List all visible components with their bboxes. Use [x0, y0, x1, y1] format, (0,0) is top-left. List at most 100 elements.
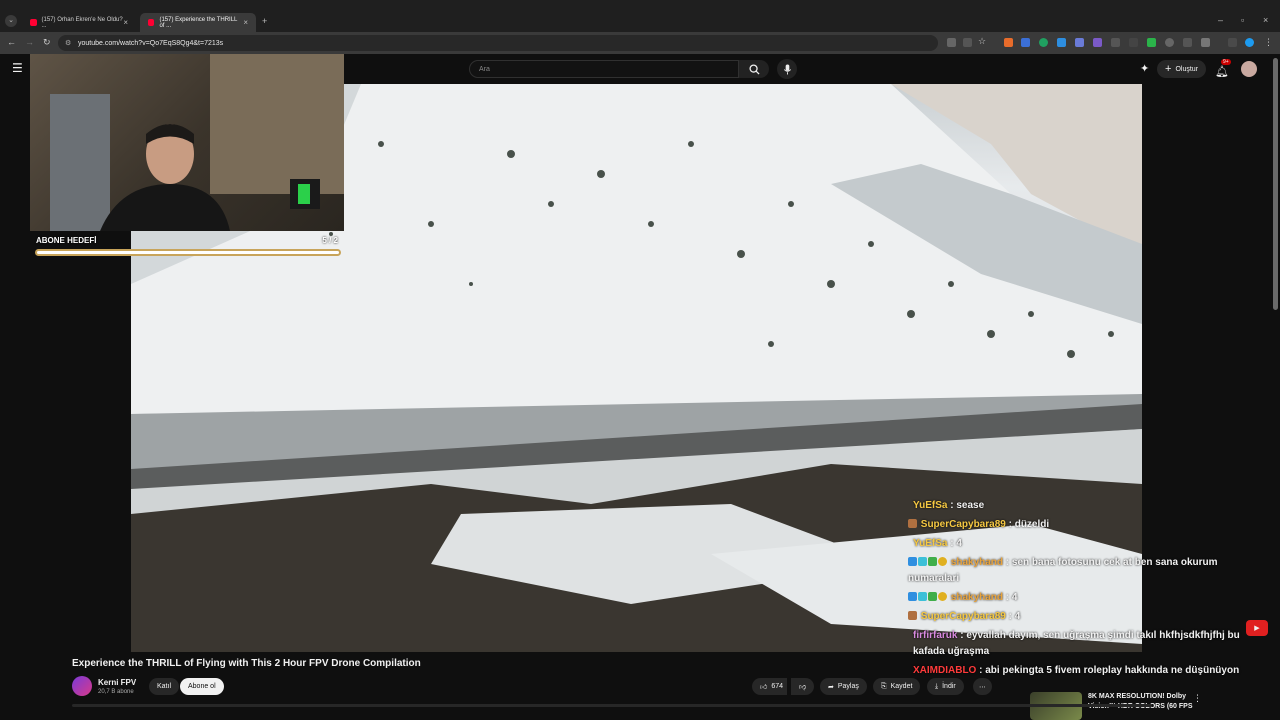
badge-icon: [908, 611, 917, 620]
streamer-webcam-image: [50, 54, 344, 231]
thumbs-up-icon: 👍︎: [760, 684, 768, 691]
goal-value: 5 / 2: [322, 236, 338, 245]
save-button[interactable]: ⎘ Kaydet: [873, 678, 921, 695]
chat-username: SuperCapybara89: [920, 519, 1006, 530]
chat-message: firfirfaruk : eyvallah dayım, sen uğraşm…: [913, 630, 1240, 657]
goal-label: ABONE HEDEFİ: [36, 236, 97, 245]
share-label: Paylaş: [837, 683, 859, 690]
page-scrollbar[interactable]: [1273, 58, 1278, 310]
subscriber-count: 20,7 B abone: [98, 689, 134, 695]
like-button[interactable]: 👍︎ 674: [752, 678, 788, 695]
badge-icon: [908, 557, 917, 566]
youtube-play-icon[interactable]: ▶: [1246, 620, 1268, 636]
recommended-more-icon[interactable]: ⋮: [1193, 693, 1202, 704]
chat-overlay: YuEfSa : sease SuperCapybara89 : düzeldi…: [908, 498, 1268, 682]
minimize-icon[interactable]: –: [1218, 15, 1223, 25]
eye-off-icon[interactable]: [963, 38, 972, 47]
youtube-favicon-icon: [148, 19, 155, 26]
chat-text: 4: [1011, 592, 1018, 603]
hamburger-menu-icon[interactable]: ☰: [12, 61, 23, 75]
close-tab-icon[interactable]: ×: [243, 18, 248, 27]
subscribe-button[interactable]: Abone ol: [180, 678, 224, 695]
search-placeholder: Ara: [479, 65, 490, 73]
tab-title: (157) Experience the THRILL of ...: [159, 16, 238, 29]
new-tab-icon[interactable]: +: [262, 16, 267, 26]
extension-icon[interactable]: [1228, 38, 1237, 47]
close-window-icon[interactable]: ×: [1263, 15, 1268, 25]
video-title: Experience the THRILL of Flying with Thi…: [72, 658, 421, 669]
reload-icon[interactable]: ↻: [43, 37, 51, 48]
goal-progress-bar: [35, 249, 341, 256]
description-strip: [72, 704, 1152, 707]
site-info-icon[interactable]: ⚙: [65, 39, 71, 47]
extension-icon[interactable]: [1004, 38, 1013, 47]
badge-icon: [908, 592, 917, 601]
chat-message: SuperCapybara89 : düzeldi: [908, 517, 1268, 533]
bookmark-star-icon[interactable]: ☆: [978, 36, 986, 47]
badge-icon: [938, 592, 947, 601]
tab-search-button[interactable]: ⌄: [5, 15, 17, 27]
chat-username: shakyhand: [950, 592, 1004, 603]
dislike-button[interactable]: 👎︎: [791, 678, 815, 695]
search-button[interactable]: [739, 60, 769, 78]
tab-experience[interactable]: (157) Experience the THRILL of ... ×: [140, 13, 256, 32]
extension-icon[interactable]: [1039, 38, 1048, 47]
badge-icon: [928, 557, 937, 566]
more-actions-button[interactable]: ⋯: [973, 678, 992, 695]
channel-avatar[interactable]: [72, 676, 92, 696]
extension-icon[interactable]: [1075, 38, 1084, 47]
extension-icon[interactable]: [1057, 38, 1066, 47]
tab-title: (157) Orhan Ekren'e Ne Oldu? ...: [41, 16, 123, 29]
chat-text: 4: [1014, 611, 1021, 622]
share-icon: ➦: [828, 683, 834, 691]
extension-icon[interactable]: [1021, 38, 1030, 47]
subscriber-goal-widget: ABONE HEDEFİ 5 / 2: [30, 233, 344, 261]
chat-username: shakyhand: [950, 557, 1004, 568]
join-button[interactable]: Katıl: [149, 678, 180, 695]
chat-message: YuEfSa : 4: [913, 538, 962, 549]
forward-icon[interactable]: →: [25, 37, 34, 47]
recommended-title[interactable]: 8K MAX RESOLUTION! Dolby: [1088, 693, 1186, 700]
chat-username: SuperCapybara89: [920, 611, 1006, 622]
extensions-puzzle-icon[interactable]: [1201, 38, 1210, 47]
voice-search-button[interactable]: [777, 59, 797, 79]
extension-icon[interactable]: [1111, 38, 1120, 47]
account-avatar[interactable]: [1241, 61, 1257, 77]
browser-menu-icon[interactable]: ⋮: [1264, 37, 1273, 48]
microphone-icon: [783, 63, 791, 75]
back-icon[interactable]: ←: [7, 37, 16, 47]
channel-name[interactable]: Kerni FPV: [98, 678, 136, 687]
extension-icon[interactable]: [1093, 38, 1102, 47]
extension-icon[interactable]: [1183, 38, 1192, 47]
close-tab-icon[interactable]: ×: [123, 18, 128, 27]
tab-orhan[interactable]: (157) Orhan Ekren'e Ne Oldu? ... ×: [22, 13, 136, 32]
chat-text: 4: [956, 538, 962, 549]
cast-icon[interactable]: [947, 38, 956, 47]
notifications-button[interactable]: 🔔︎ 9+: [1215, 59, 1231, 80]
extension-icon[interactable]: [1147, 38, 1156, 47]
profile-icon[interactable]: [1245, 38, 1254, 47]
create-button[interactable]: + Oluştur: [1157, 60, 1206, 78]
chat-message: shakyhand : sen bana fotosunu cek at ben…: [908, 557, 1218, 584]
badge-icon: [938, 557, 947, 566]
ai-sparkle-icon[interactable]: ✦: [1140, 62, 1149, 75]
badge-icon: [918, 592, 927, 601]
chat-message: XAIMDIABLO : abi pekingta 5 fivem rolepl…: [913, 665, 1240, 676]
extension-icon[interactable]: [1165, 38, 1174, 47]
more-horizontal-icon: ⋯: [979, 683, 986, 691]
search-input[interactable]: Ara: [469, 60, 739, 78]
address-bar[interactable]: ⚙ youtube.com/watch?v=Qo7EqS8Qg4&t=7213s: [58, 35, 938, 51]
download-button[interactable]: ⤓ İndir: [927, 678, 964, 695]
share-button[interactable]: ➦ Paylaş: [820, 678, 867, 695]
chat-message: SuperCapybara89 : 4: [908, 609, 1268, 625]
extension-icon[interactable]: [1129, 38, 1138, 47]
save-icon: ⎘: [881, 682, 887, 690]
chat-text: düzeldi: [1014, 519, 1050, 530]
like-count: 674: [771, 683, 784, 690]
thumbs-down-icon: 👎︎: [799, 684, 807, 691]
maximize-icon[interactable]: ▫: [1241, 15, 1244, 25]
download-label: İndir: [942, 683, 956, 690]
chat-text: sease: [956, 500, 985, 511]
url-text: youtube.com/watch?v=Qo7EqS8Qg4&t=7213s: [78, 39, 224, 47]
create-label: Oluştur: [1175, 65, 1198, 73]
